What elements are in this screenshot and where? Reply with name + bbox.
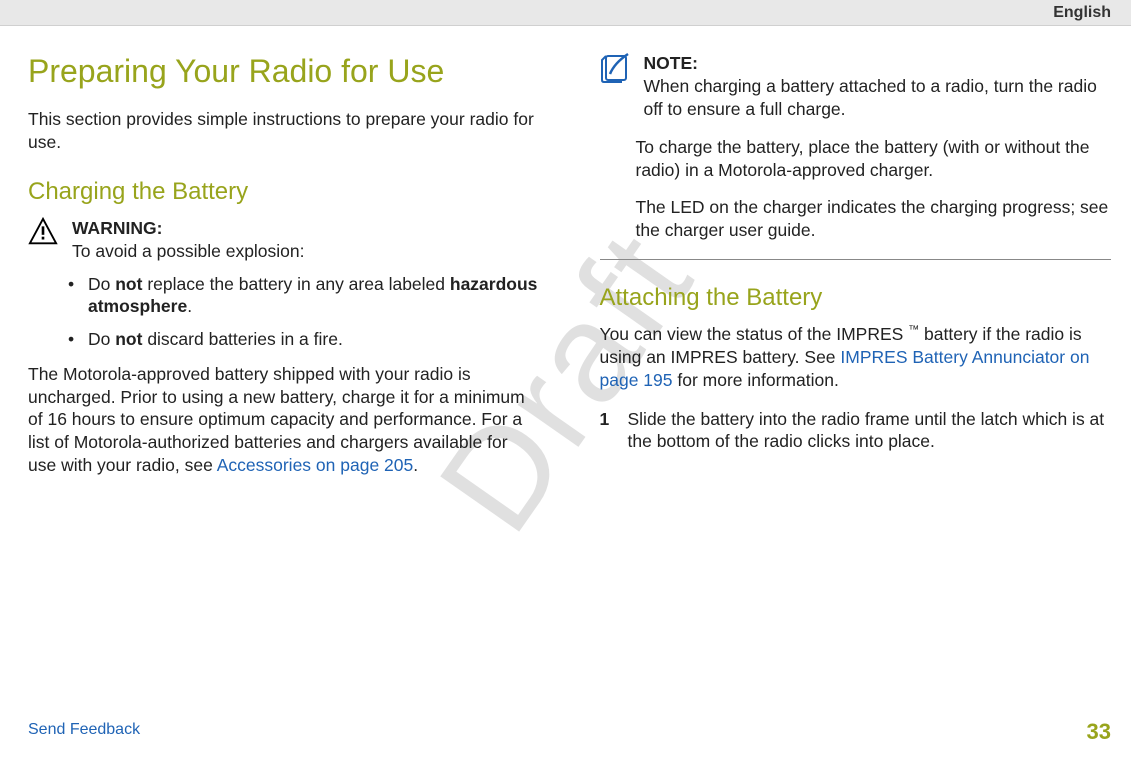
warning-lead: To avoid a possible explosion: (72, 241, 305, 261)
step-text: Slide the battery into the radio frame u… (628, 408, 1112, 454)
step-number: 1 (600, 408, 628, 454)
accessories-link[interactable]: Accessories on page 205 (217, 455, 414, 475)
warning-bullet-2: Do not discard batteries in a fire. (68, 328, 540, 351)
warning-label: WARNING: (72, 218, 162, 238)
intro-paragraph: This section provides simple instruction… (28, 108, 540, 154)
page-content: Preparing Your Radio for Use This sectio… (28, 40, 1111, 721)
section-divider (600, 259, 1112, 260)
heading-charging: Charging the Battery (28, 176, 540, 207)
top-bar (0, 0, 1131, 26)
attach-step-1: 1 Slide the battery into the radio frame… (600, 408, 1112, 454)
note-label: NOTE: (644, 53, 698, 73)
warning-bullet-1: Do not replace the battery in any area l… (68, 273, 540, 319)
charge-instruction-2: The LED on the charger indicates the cha… (636, 196, 1112, 242)
language-label: English (1053, 4, 1111, 22)
note-callout: NOTE: When charging a battery attached t… (600, 52, 1112, 120)
page-title: Preparing Your Radio for Use (28, 52, 540, 90)
page-footer: Send Feedback 33 (28, 721, 1111, 745)
note-icon (600, 52, 634, 86)
warning-callout: WARNING: To avoid a possible explosion: (28, 217, 540, 263)
heading-attaching: Attaching the Battery (600, 282, 1112, 313)
page-number: 33 (1087, 719, 1111, 745)
note-text: When charging a battery attached to a ra… (644, 76, 1097, 119)
charging-paragraph: The Motorola-approved battery shipped wi… (28, 363, 540, 477)
send-feedback-link[interactable]: Send Feedback (28, 721, 140, 738)
attach-steps: 1 Slide the battery into the radio frame… (600, 408, 1112, 454)
attaching-paragraph: You can view the status of the IMPRES ™ … (600, 323, 1112, 391)
charge-instruction-1: To charge the battery, place the battery… (636, 136, 1112, 182)
warning-bullet-list: Do not replace the battery in any area l… (68, 273, 540, 351)
warning-icon (28, 217, 62, 251)
